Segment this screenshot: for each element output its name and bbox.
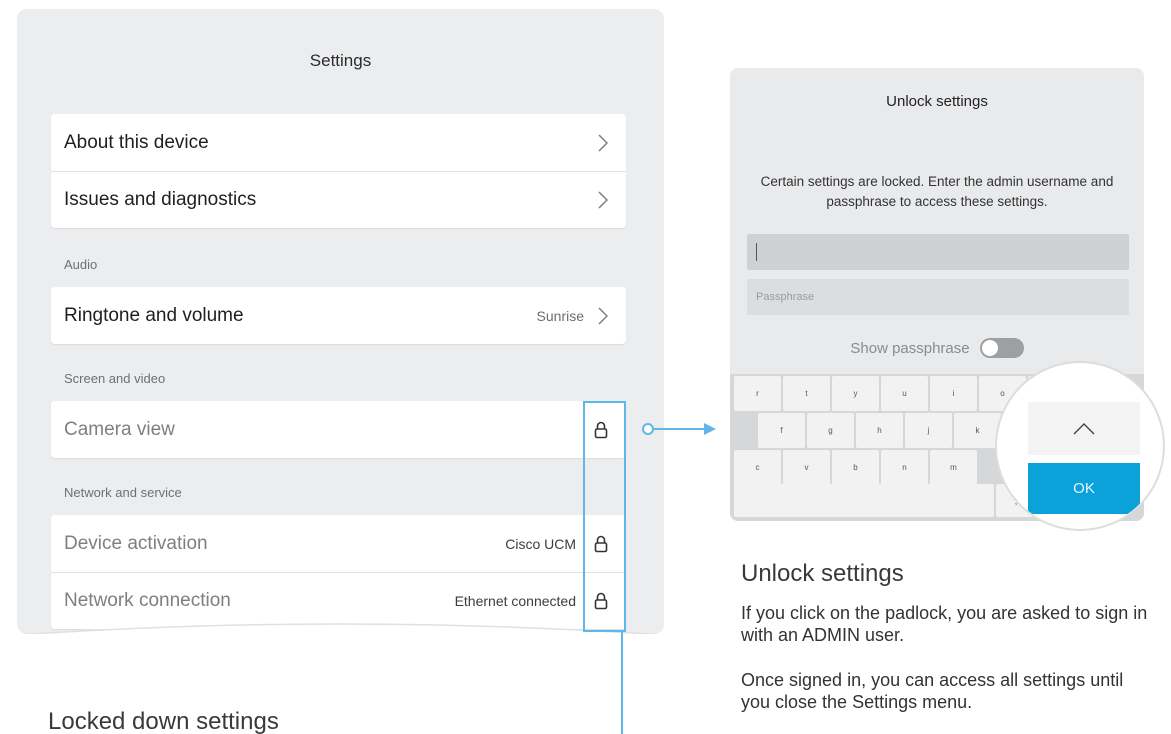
- key-r[interactable]: r: [734, 376, 781, 411]
- chevron-right-icon: [594, 132, 612, 154]
- show-passphrase-label: Show passphrase: [850, 339, 970, 357]
- text-caret: [756, 243, 757, 261]
- about-device-label: About this device: [64, 131, 209, 153]
- settings-panel: Settings About this device Issues and di…: [17, 9, 664, 634]
- key-y[interactable]: y: [832, 376, 879, 411]
- key-n[interactable]: n: [881, 450, 928, 485]
- callout-dot: [642, 423, 654, 435]
- key-b[interactable]: b: [832, 450, 879, 485]
- key-i[interactable]: i: [930, 376, 977, 411]
- chevron-up-icon: [1073, 422, 1095, 434]
- unlock-settings-caption: Unlock settings: [741, 560, 904, 587]
- ringtone-volume-label: Ringtone and volume: [64, 304, 244, 326]
- key-g[interactable]: g: [807, 413, 854, 448]
- admin-username-input[interactable]: [747, 234, 1129, 270]
- show-passphrase-toggle[interactable]: [979, 338, 1024, 358]
- ok-button[interactable]: OK: [1028, 463, 1140, 514]
- device-activation-label: Device activation: [64, 532, 208, 554]
- key-u[interactable]: u: [881, 376, 928, 411]
- keyboard-row-2: f g h j k: [758, 413, 1001, 448]
- device-activation-item: Device activation Cisco UCM: [51, 515, 626, 572]
- unlock-paragraph-2: Once signed in, you can access all setti…: [741, 670, 1124, 712]
- panel-curve: [20, 623, 661, 634]
- settings-card-general: About this device Issues and diagnostics: [51, 114, 626, 228]
- section-label-network: Network and service: [64, 485, 182, 500]
- key-j[interactable]: j: [905, 413, 952, 448]
- camera-view-item: Camera view: [51, 401, 626, 458]
- unlock-dialog-title: Unlock settings: [886, 93, 988, 110]
- about-device-item[interactable]: About this device: [51, 114, 626, 171]
- key-m[interactable]: m: [930, 450, 977, 485]
- key-v[interactable]: v: [783, 450, 830, 485]
- unlock-dialog-description: Certain settings are locked. Enter the a…: [760, 174, 1114, 209]
- key-k[interactable]: k: [954, 413, 1001, 448]
- shift-key[interactable]: [1028, 402, 1140, 455]
- lock-highlight-box: [583, 401, 626, 632]
- camera-view-label: Camera view: [64, 418, 175, 440]
- device-activation-value: Cisco UCM: [505, 535, 576, 552]
- callout-vertical-line: [621, 632, 623, 734]
- keyboard-row-3: c v b n m: [734, 450, 977, 485]
- callout-horizontal-line: [654, 428, 706, 430]
- unlock-paragraph-1: If you click on the padlock, you are ask…: [741, 603, 1148, 645]
- key-h[interactable]: h: [856, 413, 903, 448]
- settings-card-screen-video: Camera view: [51, 401, 626, 458]
- key-f[interactable]: f: [758, 413, 805, 448]
- ringtone-value: Sunrise: [536, 307, 584, 324]
- issues-diagnostics-item[interactable]: Issues and diagnostics: [51, 171, 626, 228]
- locked-settings-caption: Locked down settings: [48, 708, 279, 734]
- settings-card-audio: Ringtone and volume Sunrise: [51, 287, 626, 344]
- issues-diagnostics-label: Issues and diagnostics: [64, 189, 257, 210]
- toggle-knob: [981, 340, 998, 356]
- key-t[interactable]: t: [783, 376, 830, 411]
- network-connection-value: Ethernet connected: [454, 593, 576, 609]
- show-passphrase-row: Show passphrase: [730, 338, 1144, 358]
- passphrase-input[interactable]: [747, 279, 1129, 315]
- ringtone-volume-item[interactable]: Ringtone and volume Sunrise: [51, 287, 626, 344]
- chevron-right-icon: [594, 189, 612, 211]
- section-label-screen-video: Screen and video: [64, 371, 166, 386]
- chevron-right-icon: [594, 305, 612, 327]
- key-c[interactable]: c: [734, 450, 781, 485]
- callout-arrow-icon: [704, 423, 716, 435]
- section-label-audio: Audio: [64, 257, 98, 272]
- space-key[interactable]: [734, 484, 994, 517]
- magnifier-circle: OK: [995, 361, 1165, 531]
- settings-title: Settings: [309, 51, 372, 70]
